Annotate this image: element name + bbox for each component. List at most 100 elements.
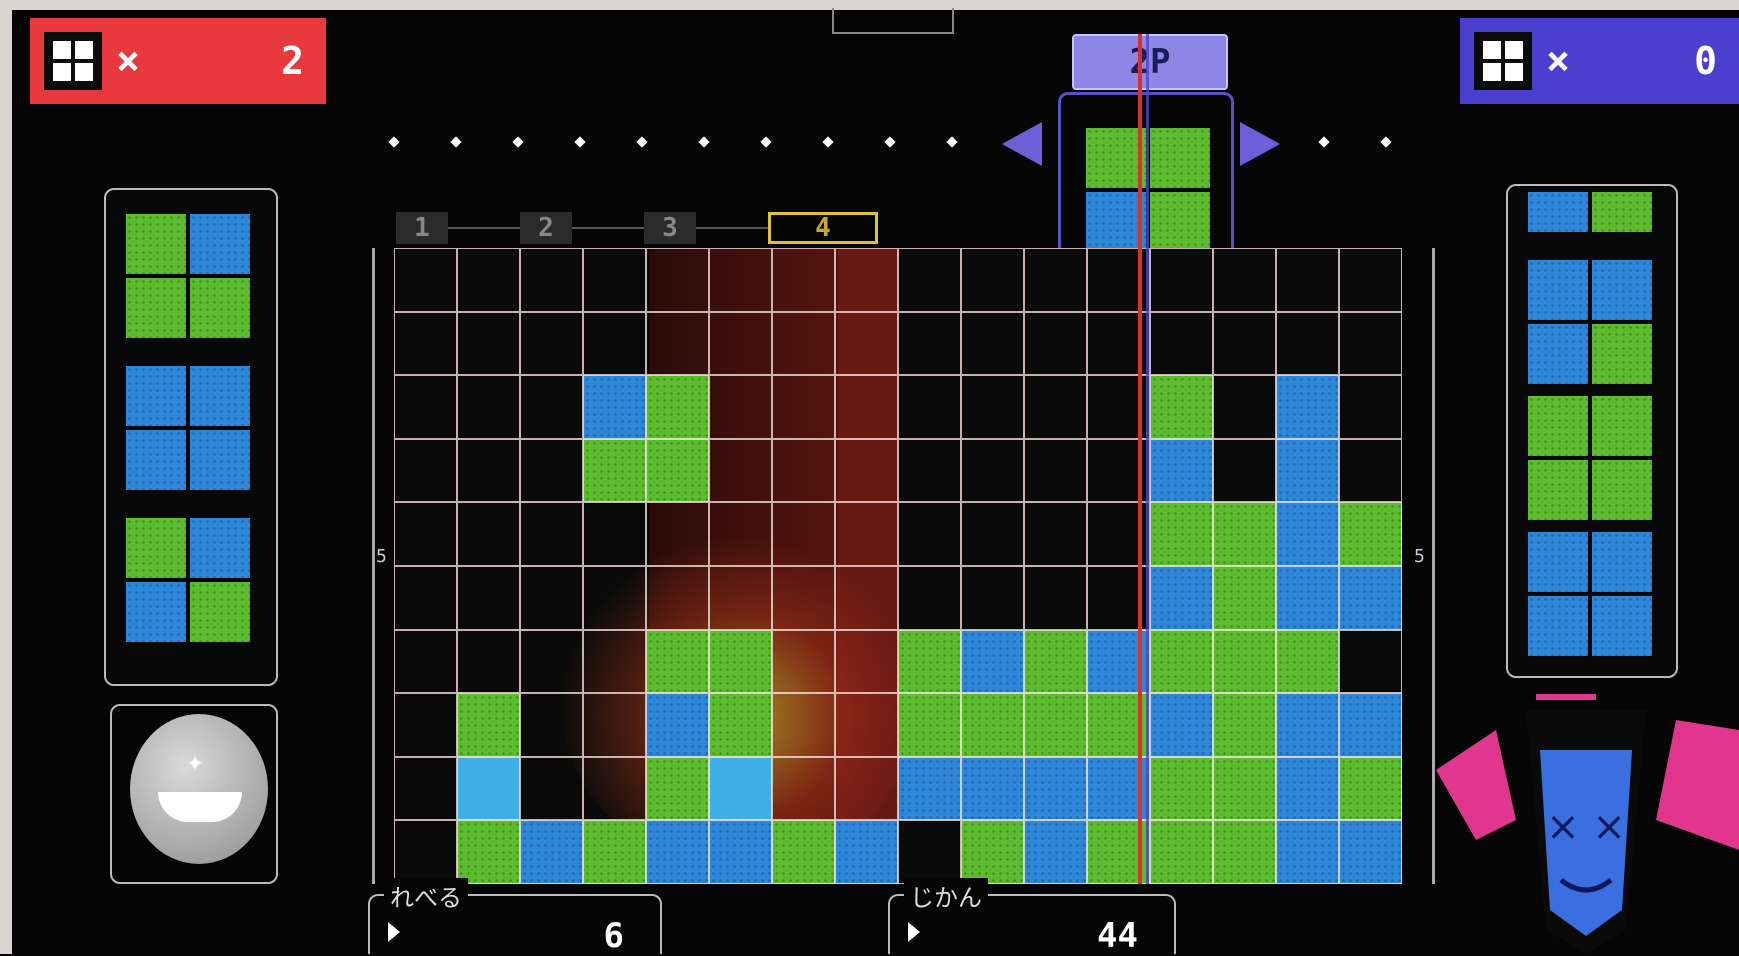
queue-block (126, 518, 250, 642)
p1-block-count: 2 (281, 39, 304, 83)
board-cell-block (1150, 820, 1213, 884)
falling-cell (1086, 192, 1146, 252)
board-cell-empty (394, 438, 457, 503)
position-dot (822, 136, 834, 148)
board-cell-empty (898, 375, 961, 439)
board-cell-empty (394, 756, 457, 821)
board-cell-block (1150, 502, 1213, 566)
level-label: れべる (384, 878, 468, 913)
board-cell-block (835, 820, 898, 884)
board-cell-empty (394, 375, 457, 439)
board-cell-block (1213, 565, 1276, 630)
timeline-bar-blue (1146, 34, 1149, 884)
p2-times-symbol: × (1546, 38, 1571, 84)
board-cell-block (1150, 629, 1213, 694)
position-dot (884, 136, 896, 148)
position-dot (946, 136, 958, 148)
board-cell-block (709, 820, 772, 884)
board-cell-block (709, 756, 772, 821)
position-dot (512, 136, 524, 148)
board-cell-block (1150, 375, 1213, 439)
board-cell-empty (835, 438, 898, 503)
board-cell-empty (1213, 311, 1276, 376)
timeline-bar-red (1138, 34, 1142, 884)
board-left-rail (372, 248, 375, 884)
board-cell-block (1213, 693, 1276, 757)
time-value: 44 (1097, 916, 1138, 956)
queue-block (126, 214, 250, 338)
game-board (394, 248, 1402, 884)
board-cell-empty (835, 565, 898, 630)
board-cell-empty (835, 629, 898, 694)
measure-3: 3 (644, 212, 696, 244)
board-cell-empty (520, 502, 583, 566)
avatar-face-icon: × × (1436, 694, 1739, 954)
board-cell-empty (394, 820, 457, 884)
board-cell-block (1024, 756, 1087, 821)
board-cell-empty (457, 375, 520, 439)
board-cell-empty (1339, 375, 1402, 439)
left-row-marker: 5 (376, 546, 387, 567)
board-cell-empty (1213, 375, 1276, 439)
board-cell-empty (709, 565, 772, 630)
board-cell-empty (520, 693, 583, 757)
board-cell-empty (583, 565, 646, 630)
position-dot (636, 136, 648, 148)
board-cell-empty (394, 693, 457, 757)
board-cell-block (1213, 756, 1276, 821)
board-cell-empty (583, 693, 646, 757)
board-cell-empty (898, 311, 961, 376)
p2-next-queue (1506, 184, 1678, 678)
board-cell-empty (772, 311, 835, 376)
board-cell-empty (457, 311, 520, 376)
svg-text:× ×: × × (1546, 804, 1626, 850)
board-cell-empty (583, 502, 646, 566)
board-cell-block (646, 820, 709, 884)
board-cell-block (1276, 502, 1339, 566)
board-cell-empty (1024, 438, 1087, 503)
board-cell-empty (772, 375, 835, 439)
board-cell-empty (1213, 248, 1276, 312)
board-cell-empty (835, 311, 898, 376)
board-cell-empty (772, 565, 835, 630)
board-cell-block (1339, 565, 1402, 630)
board-cell-block (1276, 756, 1339, 821)
board-cell-empty (394, 502, 457, 566)
board-cell-block (583, 820, 646, 884)
board-right-rail (1432, 248, 1435, 884)
board-cell-block (646, 756, 709, 821)
medal-icon: ✦ (130, 714, 268, 864)
board-cell-block (1339, 693, 1402, 757)
board-cell-empty (835, 693, 898, 757)
board-cell-block (1276, 438, 1339, 503)
timeline-measures: 1 2 3 4 (396, 212, 878, 244)
board-cell-block (1150, 756, 1213, 821)
queue-block (126, 366, 250, 490)
board-cell-empty (1024, 502, 1087, 566)
board-cell-empty (394, 311, 457, 376)
queue-block (1528, 260, 1652, 384)
board-cell-empty (1276, 248, 1339, 312)
position-dot (1318, 136, 1330, 148)
board-cell-empty (394, 629, 457, 694)
measure-4-current: 4 (768, 212, 878, 244)
board-cell-empty (520, 438, 583, 503)
board-cell-block (1276, 693, 1339, 757)
position-dot (450, 136, 462, 148)
p1-times-symbol: × (116, 38, 141, 84)
board-cell-block (457, 820, 520, 884)
board-cell-empty (646, 565, 709, 630)
board-cell-empty (1024, 311, 1087, 376)
block-icon (1474, 32, 1532, 90)
board-cell-block (1276, 375, 1339, 439)
position-dot (1380, 136, 1392, 148)
skin-medal-frame: ✦ (110, 704, 278, 884)
board-cell-block (1024, 820, 1087, 884)
board-cell-empty (520, 629, 583, 694)
board-cell-empty (961, 565, 1024, 630)
position-dot (698, 136, 710, 148)
board-cell-empty (835, 502, 898, 566)
board-cell-empty (646, 311, 709, 376)
move-right-arrow-icon (1240, 122, 1280, 166)
board-cell-empty (898, 248, 961, 312)
